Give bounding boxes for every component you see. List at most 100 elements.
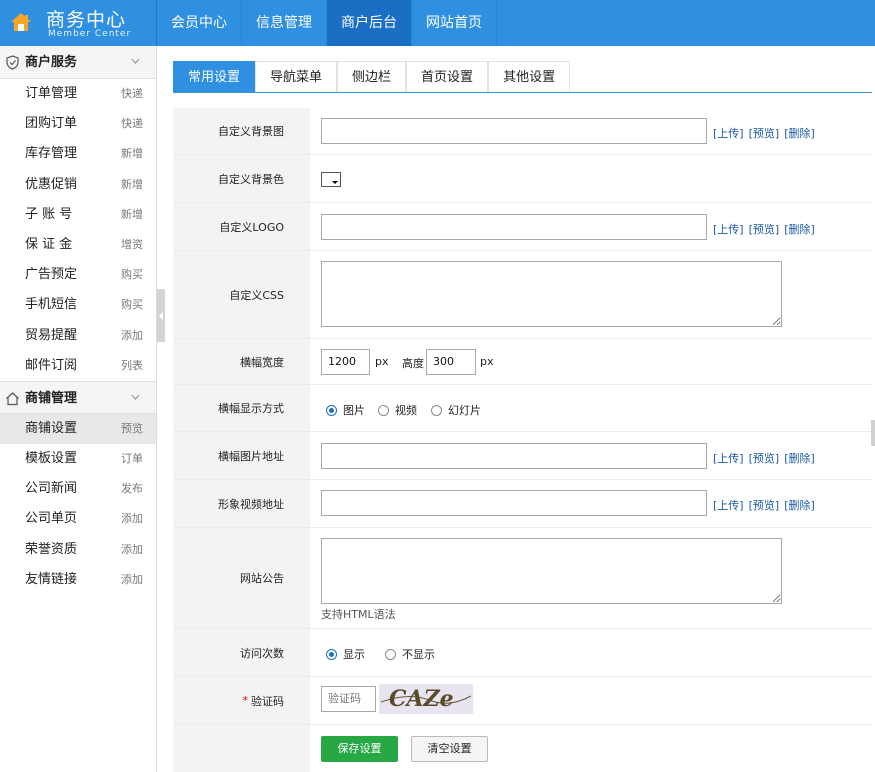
sidebar-item-tag[interactable]: 添加 (121, 504, 143, 534)
field-label: 自定义背景色 (173, 155, 310, 202)
video-url-input[interactable] (321, 490, 707, 516)
radio-dot[interactable] (431, 404, 442, 416)
tab-common-settings[interactable]: 常用设置 (173, 61, 256, 92)
delete-link[interactable]: [删除] (784, 452, 815, 465)
sidebar-item-shop-settings[interactable]: 商铺设置 预览 (0, 413, 156, 445)
nav-info-management[interactable]: 信息管理 (242, 0, 327, 46)
sidebar-item-tag[interactable]: 增资 (121, 230, 143, 260)
notice-textarea[interactable] (321, 538, 782, 604)
shield-icon (6, 55, 19, 70)
sidebar-item-label: 优惠促销 (25, 176, 78, 192)
captcha-text: CAZe (389, 686, 454, 712)
sidebar-item-trade-alerts[interactable]: 贸易提醒 添加 (0, 321, 156, 351)
sidebar-collapse-handle[interactable] (157, 289, 165, 342)
preview-link[interactable]: [预览] (749, 452, 780, 465)
sidebar-item-friend-links[interactable]: 友情链接 添加 (0, 565, 156, 595)
radio-image[interactable]: 图片 (326, 402, 365, 418)
sidebar-item-tag[interactable]: 预览 (121, 414, 143, 444)
chevron-down-icon[interactable] (131, 394, 140, 400)
home-logo-icon (11, 13, 31, 31)
scrollbar[interactable] (871, 420, 875, 446)
brand[interactable]: 商务中心 Member Center (0, 0, 157, 46)
sidebar-item-deposit[interactable]: 保 证 金 增资 (0, 230, 156, 260)
preview-link[interactable]: [预览] (749, 223, 780, 236)
radio-dot[interactable] (326, 404, 337, 416)
chevron-down-icon[interactable] (131, 58, 140, 64)
tab-other-settings[interactable]: 其他设置 (488, 61, 571, 92)
radio-slideshow[interactable]: 幻灯片 (431, 402, 481, 418)
row-bg-image: 自定义背景图 [上传] [预览] [删除] (173, 108, 873, 155)
sidebar-item-tag[interactable]: 发布 (121, 474, 143, 504)
sidebar-item-tag[interactable]: 新增 (121, 139, 143, 169)
logo-input[interactable] (321, 214, 707, 240)
required-mark: * (242, 694, 249, 707)
sidebar-item-tag[interactable]: 列表 (121, 351, 143, 381)
sidebar-item-tag[interactable]: 购买 (121, 260, 143, 290)
preview-link[interactable]: [预览] (749, 127, 780, 140)
sidebar-item-ad-booking[interactable]: 广告预定 购买 (0, 260, 156, 290)
sidebar-item-honors[interactable]: 荣誉资质 添加 (0, 535, 156, 565)
radio-label: 不显示 (402, 648, 435, 661)
radio-hide[interactable]: 不显示 (385, 646, 435, 662)
sidebar-item-group-orders[interactable]: 团购订单 快递 (0, 109, 156, 139)
clear-button[interactable]: 清空设置 (411, 736, 488, 762)
sidebar-item-tag[interactable]: 添加 (121, 321, 143, 351)
sidebar-item-tag[interactable]: 添加 (121, 535, 143, 565)
sidebar-item-label: 模板设置 (25, 451, 78, 467)
upload-link[interactable]: [上传] (713, 499, 744, 512)
sidebar-item-promotions[interactable]: 优惠促销 新增 (0, 170, 156, 200)
delete-link[interactable]: [删除] (784, 127, 815, 140)
color-picker[interactable] (321, 172, 341, 187)
sidebar-item-sms[interactable]: 手机短信 购买 (0, 290, 156, 320)
tab-home-settings[interactable]: 首页设置 (406, 61, 489, 92)
row-banner-url: 横幅图片地址 [上传] [预览] [删除] (173, 432, 873, 480)
upload-link[interactable]: [上传] (713, 452, 744, 465)
radio-label: 图片 (343, 404, 365, 417)
delete-link[interactable]: [删除] (784, 499, 815, 512)
nav-site-home[interactable]: 网站首页 (412, 0, 497, 46)
sidebar-item-tag[interactable]: 新增 (121, 170, 143, 200)
radio-show[interactable]: 显示 (326, 646, 365, 662)
radio-video[interactable]: 视频 (378, 402, 417, 418)
tab-sidebar[interactable]: 侧边栏 (337, 61, 407, 92)
sidebar-item-tag[interactable]: 快递 (121, 79, 143, 109)
sidebar-group-merchant-service[interactable]: 商户服务 (0, 46, 156, 79)
css-textarea[interactable] (321, 261, 782, 327)
sidebar-item-tag[interactable]: 快递 (121, 109, 143, 139)
sidebar-item-label: 订单管理 (25, 86, 78, 101)
sidebar-item-tag[interactable]: 订单 (121, 444, 143, 474)
sidebar-item-template-settings[interactable]: 模板设置 订单 (0, 444, 156, 474)
sidebar-item-company-news[interactable]: 公司新闻 发布 (0, 474, 156, 504)
sidebar-item-tag[interactable]: 添加 (121, 565, 143, 595)
save-button[interactable]: 保存设置 (321, 736, 398, 762)
captcha-input[interactable] (321, 686, 376, 712)
field-label: 横幅图片地址 (173, 432, 310, 479)
banner-width-input[interactable]: 1200 (321, 349, 370, 375)
radio-dot[interactable] (326, 648, 337, 660)
radio-dot[interactable] (385, 648, 396, 660)
nav-merchant-backend[interactable]: 商户后台 (327, 0, 412, 46)
preview-link[interactable]: [预览] (749, 499, 780, 512)
home-icon (6, 392, 19, 405)
sidebar-item-email-subscription[interactable]: 邮件订阅 列表 (0, 351, 156, 381)
row-captcha: *验证码 CAZe (173, 677, 873, 725)
sidebar-item-company-pages[interactable]: 公司单页 添加 (0, 504, 156, 534)
banner-url-input[interactable] (321, 443, 707, 469)
upload-link[interactable]: [上传] (713, 223, 744, 236)
sidebar-item-tag[interactable]: 购买 (121, 290, 143, 320)
tab-nav-menu[interactable]: 导航菜单 (255, 61, 338, 92)
captcha-image[interactable]: CAZe (379, 684, 473, 714)
sidebar-item-tag[interactable]: 新增 (121, 200, 143, 230)
sidebar-item-sub-accounts[interactable]: 子 账 号 新增 (0, 200, 156, 230)
radio-dot[interactable] (378, 404, 389, 416)
nav-member-center[interactable]: 会员中心 (157, 0, 242, 46)
row-visits: 访问次数 显示 不显示 (173, 629, 873, 677)
sidebar-item-orders[interactable]: 订单管理 快递 (0, 79, 156, 109)
banner-height-input[interactable]: 300 (426, 349, 476, 375)
delete-link[interactable]: [删除] (784, 223, 815, 236)
sidebar-item-label: 手机短信 (25, 297, 78, 313)
bg-image-input[interactable] (321, 118, 707, 144)
sidebar-item-inventory[interactable]: 库存管理 新增 (0, 139, 156, 169)
sidebar-group-shop-management[interactable]: 商铺管理 (0, 380, 156, 414)
upload-link[interactable]: [上传] (713, 127, 744, 140)
